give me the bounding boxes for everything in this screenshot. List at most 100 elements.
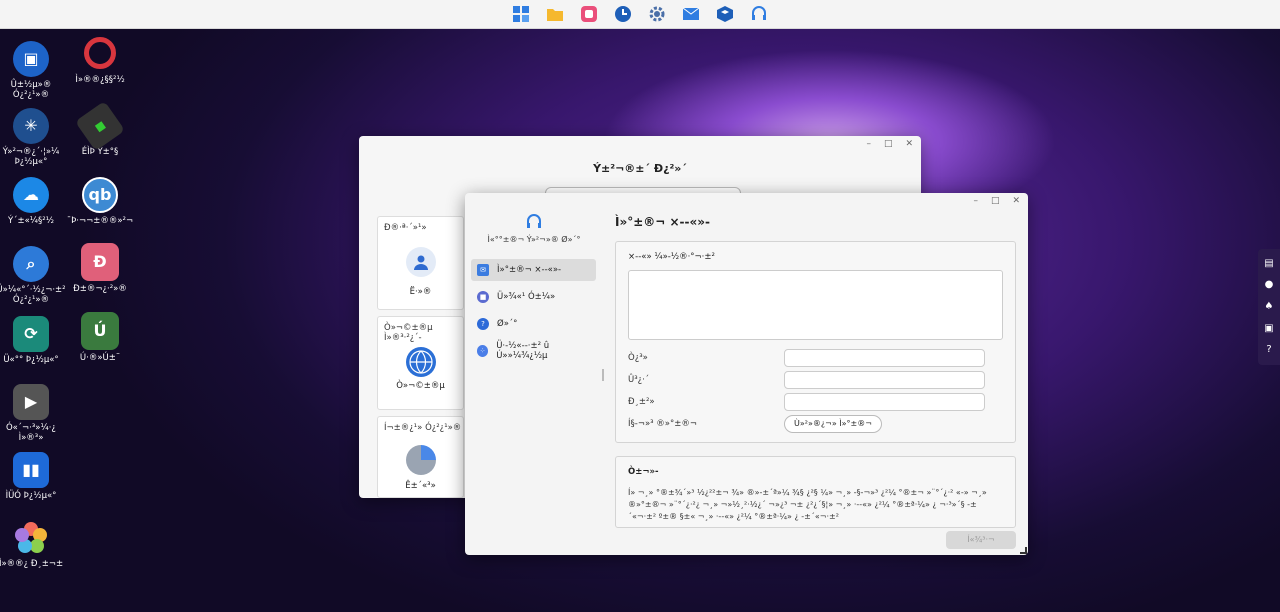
desktop-icon-label: ¯Þ·¬¬±®®»²¬	[66, 216, 134, 226]
desktop-icon-multimedia[interactable]: ▶ Ó«´¬·³»¼·¿ Ì»®³»	[0, 384, 66, 443]
name-field[interactable]	[784, 349, 985, 367]
desktop-icon-dedup-manager[interactable]: ⌕ Ü»¼«°´·½¿¬·±² Ó¿²¿¹»®	[0, 246, 66, 305]
photo-gallery-icon[interactable]	[577, 2, 601, 26]
phone-field[interactable]	[784, 393, 985, 411]
network-icon: ✳	[13, 108, 49, 144]
card-caption: Ê±´«³»	[405, 481, 436, 491]
community-icon: ⁘	[477, 345, 489, 357]
printer-icon[interactable]: ▣	[1263, 323, 1275, 335]
ring-icon	[84, 37, 116, 69]
desktop-icon-firefox-shortcut[interactable]: Ú Ú·®»Ú±¨	[65, 312, 135, 363]
nav-discussion-feedback[interactable]: ⁘ Ü·-½«--·±² û Ú»»¼¾¿½µ	[471, 340, 596, 362]
desktop-icon-label: Ü«°° Þ¿½µ«°	[3, 355, 59, 365]
taskbar	[0, 0, 1280, 29]
notes-title: Ò±¬»-	[628, 467, 659, 477]
desktop-icon-label: Ý»²¬®¿´·¦»¼ Þ¿½µ«°	[2, 147, 60, 167]
window-grid-icon[interactable]	[509, 2, 533, 26]
system-report-label: Í§-¬»³ ®»°±®¬	[628, 419, 697, 429]
cloud-sync-icon: ☁	[13, 177, 49, 213]
help-icon: ?	[477, 318, 489, 330]
minimize-button[interactable]: –	[866, 139, 871, 149]
lock-icon: ■	[477, 291, 489, 303]
description-label: ×--«» ¼»-½®·°¬·±²	[628, 252, 715, 262]
card-caption: Ò»¬©±®µ	[396, 381, 445, 391]
pie-chart-icon	[406, 445, 436, 475]
nav-debug-mode[interactable]: ■ Ü»¾«¹ Ó±¼»	[471, 286, 596, 308]
notes-panel: Ò±¬»- Í» ¬¸» °®±¾´»³ ½¿²²±¬ ¾» ®»-±´ª»¼ …	[615, 456, 1016, 528]
card-caption: Ë·»®	[409, 287, 432, 297]
notes-text: Í» ¬¸» °®±¾´»³ ½¿²²±¬ ¾» ®»-±´ª»¼ ¾§ ¿²§…	[628, 488, 987, 521]
email-label: Û³¿·´	[628, 375, 650, 385]
gear-icon[interactable]	[645, 2, 669, 26]
control-card[interactable]: Í¬±®¿¹» Ó¿²¿¹»® Ê±´«³»	[377, 416, 464, 498]
desktop-icon-label: Ì»®®¿ Ð¸±¬±	[0, 559, 64, 569]
card-title: Ð®·ª·´»¹»	[384, 223, 427, 233]
desktop-icon-usb-copy[interactable]: ▪ ÉÌÞ Ý±°§	[65, 100, 135, 157]
globe-icon	[406, 347, 436, 377]
email-field[interactable]	[784, 371, 985, 389]
window-title: Ý±²¬®±´ Ð¿²»´	[593, 162, 687, 175]
book-backup-icon: ▮▮	[13, 452, 49, 488]
control-card[interactable]: Ð®·ª·´»¹» Ë·»®	[377, 216, 464, 310]
user-icon	[406, 247, 436, 277]
app-shortcut-icon: Ú	[81, 312, 119, 350]
nav-report-issues[interactable]: ✉ Ì»°±®¬ ×--«»-	[471, 259, 596, 281]
multimedia-icon: ▶	[13, 384, 49, 420]
desktop-icon-label: Ó«´¬·³»¼·¿ Ì»®³»	[6, 423, 56, 443]
qbittorrent-icon: qb	[82, 177, 118, 213]
desktop-icon-sync-backup[interactable]: ⟳ Ü«°° Þ¿½µ«°	[0, 316, 66, 365]
control-card[interactable]: Ò»¬©±®µ Ì»®³·²¿´- Ò»¬©±®µ	[377, 316, 464, 410]
desktop-icon-container-manager[interactable]: ▣ Û±½µ»® Ó¿²¿¹»®	[0, 41, 66, 100]
phone-label: Ð¸±²»	[628, 397, 655, 407]
resize-handle[interactable]	[1020, 547, 1027, 554]
desktop-icon-qbittorrent[interactable]: qb ¯Þ·¬¬±®®»²¬	[65, 177, 135, 226]
desktop-icon-cloud-sync[interactable]: ☁ Ý´±«¼§²½	[0, 177, 66, 226]
desktop-icon-centralized-backup[interactable]: ✳ Ý»²¬®¿´·¦»¼ Þ¿½µ«°	[0, 108, 66, 167]
headset-icon[interactable]	[747, 2, 771, 26]
close-button[interactable]: ✕	[1012, 196, 1020, 206]
desktop-icon-label: ÌÜÓ Þ¿½µ«°	[5, 491, 57, 501]
name-label: Ò¿³»	[628, 353, 648, 363]
maximize-button[interactable]: □	[884, 139, 893, 149]
submit-button[interactable]: Í«¾³·¬	[946, 531, 1016, 549]
desktop-icon-label: Ü»¼«°´·½¿¬·±² Ó¿²¿¹»®	[0, 285, 66, 305]
desktop-icon-photos[interactable]: Ì»®®¿ Ð¸±¬±	[0, 520, 66, 569]
card-title: Ò»¬©±®µ Ì»®³·²¿´-	[384, 323, 433, 343]
nav-label: Ì»°±®¬ ×--«»-	[497, 265, 562, 275]
portainer-icon: Ð	[81, 243, 119, 281]
docker-icon: ▣	[13, 41, 49, 77]
desktop-icon-label: Û±½µ»® Ó¿²¿¹»®	[10, 80, 52, 100]
desktop-icon-ring-app[interactable]: Ì»®®¿§§²½	[65, 37, 135, 85]
description-textarea[interactable]	[628, 270, 1003, 340]
page-title: Ì»°±®¬ ×--«»-	[615, 215, 711, 229]
help-circle-icon[interactable]: ?	[1263, 344, 1275, 356]
minimize-button[interactable]: –	[973, 196, 978, 206]
bell-icon[interactable]: ♠	[1263, 301, 1275, 313]
window-controls: – □ ✕	[866, 139, 913, 149]
dev-cube-icon[interactable]	[713, 2, 737, 26]
info-panel-icon[interactable]: ▤	[1263, 258, 1275, 270]
nav-help[interactable]: ? Ø»´°	[471, 313, 596, 335]
window-controls: – □ ✕	[973, 196, 1020, 206]
desktop-icon-tdm-backup[interactable]: ▮▮ ÌÜÓ Þ¿½µ«°	[0, 452, 66, 501]
desktop-icon-label: Ì»®®¿§§²½	[75, 75, 125, 85]
chat-icon[interactable]: ●	[1263, 279, 1275, 291]
mail-icon[interactable]	[679, 2, 703, 26]
nav-label: Ü»¾«¹ Ó±¼»	[497, 292, 556, 302]
right-rail: ▤ ● ♠ ▣ ?	[1258, 249, 1280, 365]
nav-label: Ø»´°	[497, 319, 518, 329]
desktop-icon-label: ÉÌÞ Ý±°§	[81, 147, 119, 157]
headset-icon	[525, 213, 543, 234]
sync-backup-icon: ⟳	[13, 316, 49, 352]
generate-report-button[interactable]: Ù»²»®¿¬» Ì»°±®¬	[784, 415, 882, 433]
support-center-window: – □ ✕ Ì«°°±®¬ Ý»²¬»® Ø»´° ✉ Ì»°±®¬ ×--«»…	[465, 193, 1028, 555]
folder-icon[interactable]	[543, 2, 567, 26]
desktop-icon-portainer[interactable]: Ð Ð±®¬¿·²»®	[65, 243, 135, 294]
nav-label: Ü·-½«--·±² û Ú»»¼¾¿½µ	[496, 341, 550, 361]
close-button[interactable]: ✕	[905, 139, 913, 149]
photos-flower-icon	[13, 520, 49, 556]
usb-copy-icon: ▪	[74, 100, 126, 152]
splitter-handle[interactable]	[602, 369, 604, 381]
clock-icon[interactable]	[611, 2, 635, 26]
maximize-button[interactable]: □	[991, 196, 1000, 206]
